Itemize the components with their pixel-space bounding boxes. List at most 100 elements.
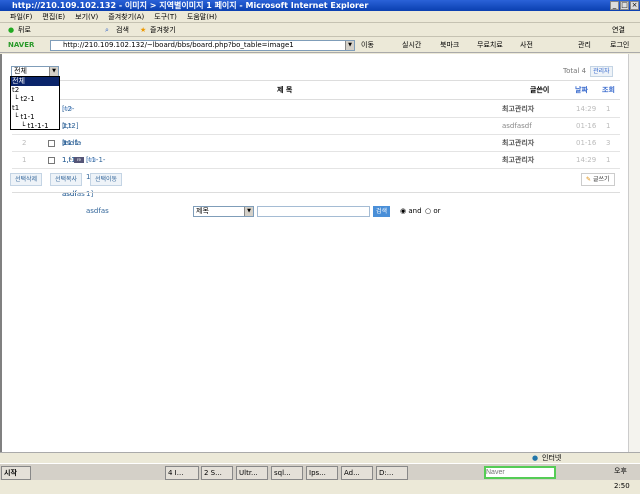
new-badge: new: [62, 106, 73, 112]
table-row: 2[t1-1-1,t1-1] asdfas최고관리자01-163: [12, 135, 620, 198]
bookmark-button[interactable]: 북마크: [440, 37, 459, 53]
or-radio[interactable]: ○ or: [425, 207, 441, 215]
search-submit-button[interactable]: 검색: [373, 206, 391, 217]
manage-button[interactable]: 관리: [578, 37, 591, 53]
naver-search-input[interactable]: [484, 466, 556, 479]
toolbar: ● 뒤로 ⌕ 검색 ★ 즐겨찾기 연결: [0, 23, 640, 37]
admin-button[interactable]: 관리자: [590, 66, 613, 77]
search-field-value: 제목: [196, 207, 209, 215]
search-field-select[interactable]: 제목 ▼: [193, 206, 254, 217]
row-number: 2: [22, 139, 27, 147]
login-button[interactable]: 로그인: [610, 37, 629, 53]
category-option[interactable]: └ t2-1: [11, 95, 59, 104]
divider: [12, 192, 620, 193]
row-hits: 1: [606, 156, 611, 164]
row-hits: 3: [606, 139, 611, 147]
category-option[interactable]: t2: [11, 86, 59, 95]
menu-favorites[interactable]: 즐겨찾기(A): [108, 13, 144, 21]
page-content: 전체▼ Total 4 관리자 제 목 글쓴이 날짜 조회 4[t2-1,t2]…: [0, 54, 628, 452]
and-radio[interactable]: ◉ and: [400, 207, 422, 215]
category-option[interactable]: └ t1-1-1: [11, 122, 59, 131]
search-icon: ⌕: [105, 26, 109, 34]
chevron-down-icon[interactable]: ▼: [49, 67, 58, 76]
close-button[interactable]: ×: [630, 1, 639, 10]
naver-logo[interactable]: NAVER: [8, 37, 34, 53]
move-selected-button[interactable]: 선택이동: [90, 173, 123, 186]
delete-selected-button[interactable]: 선택삭제: [10, 173, 43, 186]
back-button[interactable]: 뒤로: [18, 23, 31, 37]
back-icon[interactable]: ●: [8, 23, 14, 37]
header-writer: 글쓴이: [530, 86, 550, 94]
taskbar-item[interactable]: Ultr...: [236, 466, 268, 480]
row-writer[interactable]: asdfasdf: [502, 118, 532, 135]
row-writer[interactable]: 최고관리자: [502, 152, 534, 169]
address-text: http://210.109.102.132/~lboard/bbs/board…: [63, 41, 294, 49]
pencil-icon: ✎: [586, 176, 592, 183]
reply-icon: re: [74, 157, 84, 163]
row-date: 14:29: [576, 105, 597, 113]
menu-edit[interactable]: 편집(E): [42, 13, 65, 21]
row-writer[interactable]: 최고관리자: [502, 135, 534, 152]
category-option[interactable]: 전체: [11, 77, 59, 86]
minimize-button[interactable]: _: [610, 1, 619, 10]
category-option[interactable]: └ t1-1: [11, 113, 59, 122]
address-bar[interactable]: http://210.109.102.132/~lboard/bbs/board…: [50, 40, 355, 51]
taskbar-item[interactable]: D:...: [376, 466, 408, 480]
go-button[interactable]: 이동: [361, 37, 374, 53]
row-checkbox[interactable]: [48, 140, 55, 147]
taskbar-item[interactable]: 4 I...: [165, 466, 199, 480]
header-hits[interactable]: 조회: [602, 81, 615, 99]
row-hits: 1: [606, 105, 611, 113]
start-button[interactable]: 시작: [1, 466, 31, 480]
write-label: 글쓰기: [592, 176, 610, 183]
row-date: 14:29: [576, 156, 597, 164]
favorites-button[interactable]: 즐겨찾기: [150, 23, 176, 37]
and-label: and: [408, 207, 422, 215]
row-date: 01-16: [576, 122, 597, 130]
realtime-button[interactable]: 실시간: [402, 37, 421, 53]
clock: 오후 2:50: [614, 467, 630, 490]
taskbar-item[interactable]: Ad...: [341, 466, 373, 480]
row-date: 01-16: [576, 139, 597, 147]
table-header: 제 목 글쓴이 날짜 조회: [12, 80, 620, 100]
new-badge: new: [86, 157, 97, 163]
copy-selected-button[interactable]: 선택복사: [50, 173, 83, 186]
taskbar: 시작 4 I... 2 S... Ultr... sql... Ips... A…: [0, 463, 640, 490]
chevron-down-icon[interactable]: ▼: [244, 207, 253, 216]
taskbar-item[interactable]: Ips...: [306, 466, 338, 480]
header-date[interactable]: 날짜: [575, 81, 588, 99]
menu-file[interactable]: 파일(F): [10, 13, 32, 21]
header-subject: 제 목: [277, 86, 293, 94]
favorites-icon: ★: [140, 26, 147, 34]
write-button[interactable]: ✎ 글쓰기: [581, 173, 615, 186]
search-button[interactable]: 검색: [116, 23, 129, 37]
taskbar-item[interactable]: 2 S...: [201, 466, 233, 480]
category-option[interactable]: t1: [11, 104, 59, 113]
row-writer[interactable]: 최고관리자: [502, 101, 534, 118]
maximize-button[interactable]: □: [620, 1, 629, 10]
search-input[interactable]: [257, 206, 370, 217]
menu-view[interactable]: 보기(V): [75, 13, 98, 21]
free-button[interactable]: 무료치료: [477, 37, 503, 53]
or-label: or: [433, 207, 441, 215]
links-button[interactable]: 연결: [612, 23, 625, 37]
row-checkbox[interactable]: [48, 157, 55, 164]
category-value: 전체: [14, 67, 27, 75]
vertical-scrollbar[interactable]: [628, 54, 640, 452]
title-bar: http://210.109.102.132 - 이미지 > 지역별이미지 1 …: [0, 0, 640, 11]
row-number: 1: [22, 156, 27, 164]
window-title: http://210.109.102.132 - 이미지 > 지역별이미지 1 …: [12, 1, 369, 10]
row-hits: 1: [606, 122, 611, 130]
address-dropdown-icon[interactable]: ▼: [345, 41, 354, 50]
category-dropdown-list: 전체 t2 └ t2-1 t1 └ t1-1 └ t1-1-1: [10, 76, 60, 130]
menu-help[interactable]: 도움말(H): [187, 13, 217, 21]
dictionary-button[interactable]: 사전: [520, 37, 533, 53]
menu-tools[interactable]: 도구(T): [154, 13, 177, 21]
total-count: Total 4: [563, 67, 587, 75]
start-label: 시작: [4, 469, 17, 477]
table-row: 3[t1-1-1,t1-1] asdfasdfasdf01-161: [12, 118, 620, 198]
menu-bar: 파일(F) 편집(E) 보기(V) 즐겨찾기(A) 도구(T) 도움말(H): [0, 11, 640, 23]
table-row: 4[t2-1,t2] asdfa new최고관리자14:291: [12, 101, 620, 147]
taskbar-item[interactable]: sql...: [271, 466, 303, 480]
table-row: 1└re[t1-1-1,t1-1] asdfas new최고관리자14:291: [12, 152, 620, 215]
